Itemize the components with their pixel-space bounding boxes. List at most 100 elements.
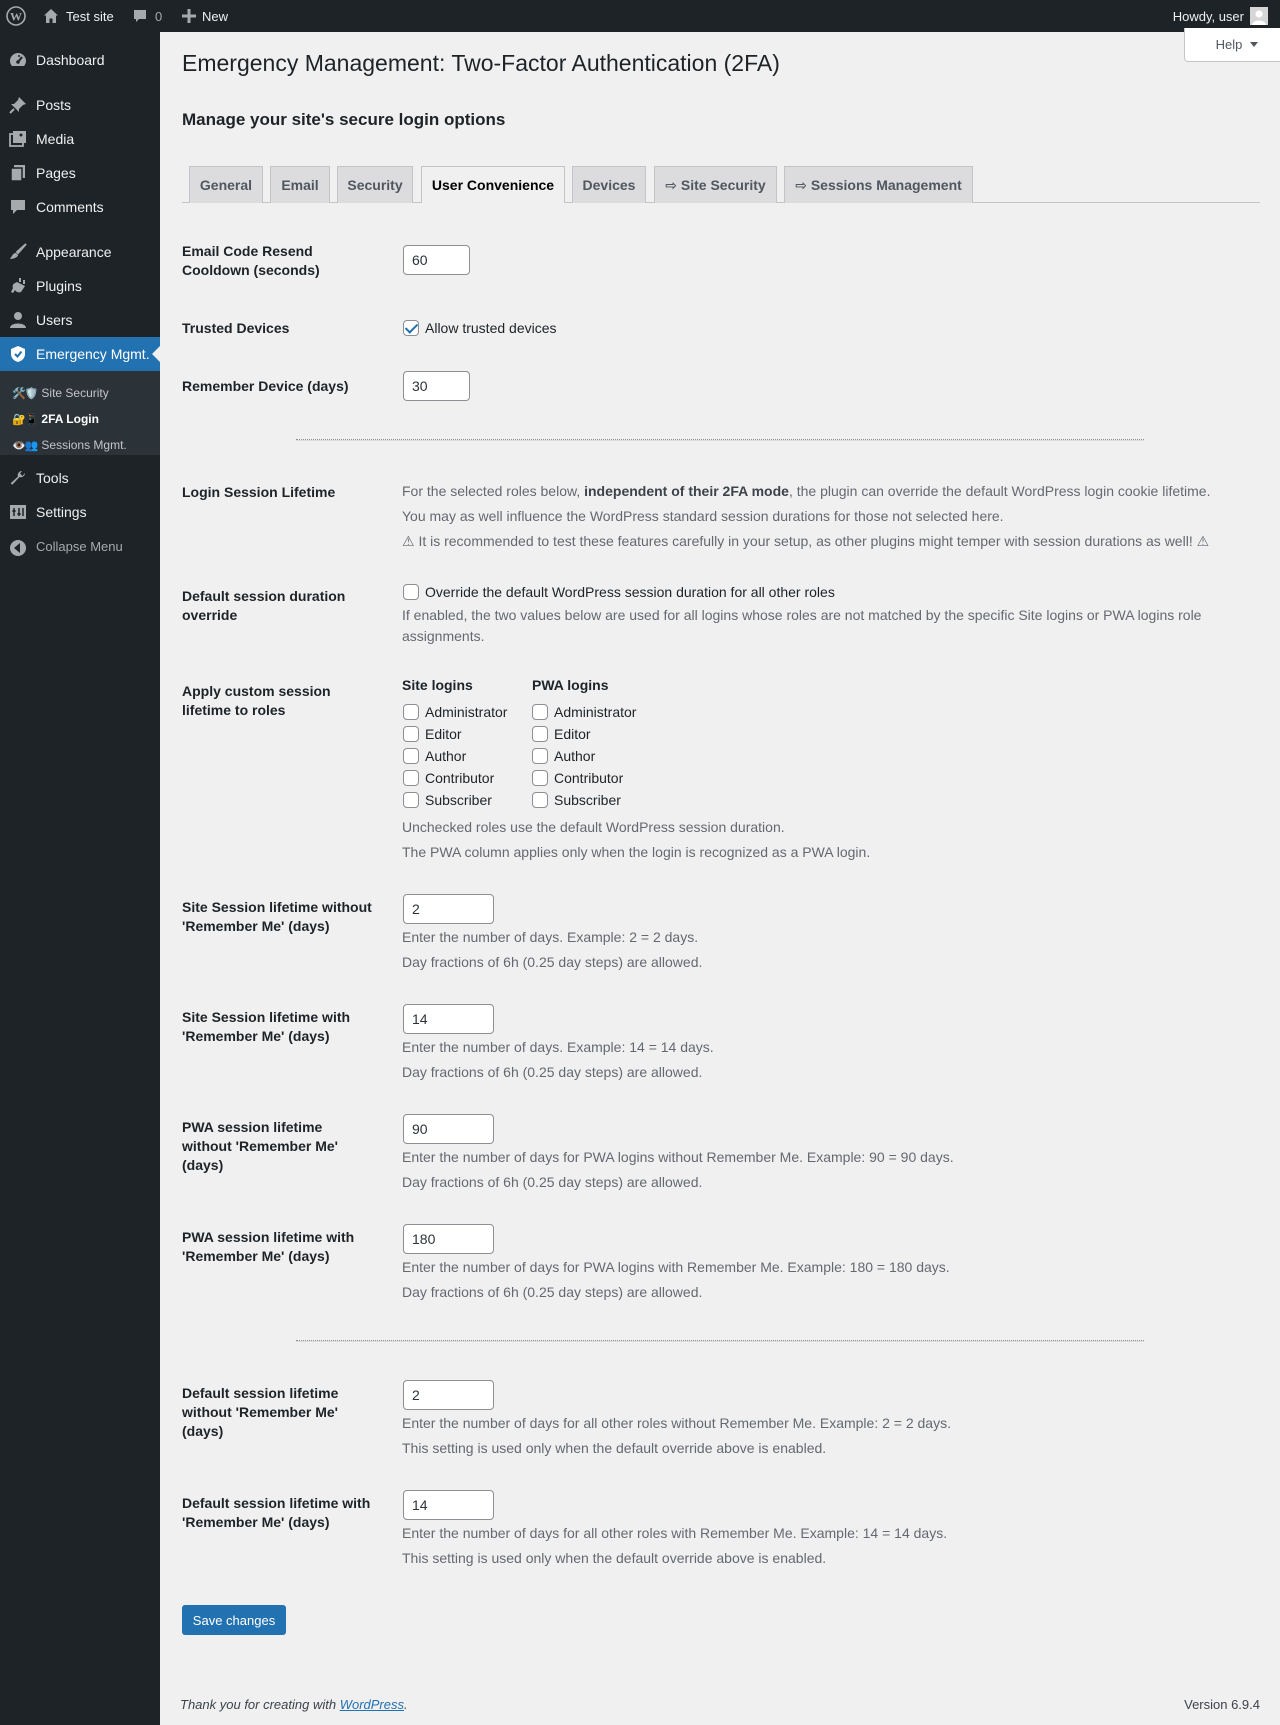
comment-bubble-icon: [132, 8, 148, 24]
settings-icon: [8, 502, 28, 522]
allow-trusted-devices-checkbox[interactable]: [403, 320, 419, 336]
sidebar-item-label: Tools: [36, 470, 69, 486]
collapse-menu-button[interactable]: Collapse Menu: [0, 531, 160, 561]
resend-cooldown-input[interactable]: 60: [403, 245, 470, 275]
site-no-remember-desc-1: Enter the number of days. Example: 2 = 2…: [402, 929, 699, 945]
pwa-role-author-checkbox[interactable]: [532, 748, 548, 764]
wordpress-link[interactable]: WordPress: [340, 1697, 404, 1712]
sidebar-item-label: Posts: [36, 97, 72, 113]
pwa-no-remember-input[interactable]: 90: [403, 1114, 494, 1144]
roles-label: Apply custom session lifetime to roles: [182, 683, 331, 718]
tab-general[interactable]: General: [189, 166, 263, 203]
site-remember-label: Site Session lifetime with 'Remember Me'…: [182, 1009, 351, 1044]
pwa-role-editor-checkbox[interactable]: [532, 726, 548, 742]
site-role-editor-checkbox[interactable]: [403, 726, 419, 742]
default-override-checkbox-label: Override the default WordPress session d…: [425, 584, 835, 600]
site-logins-heading: Site logins: [402, 677, 473, 693]
default-remember-input[interactable]: 14: [403, 1490, 494, 1520]
site-remember-desc-2: Day fractions of 6h (0.25 day steps) are…: [402, 1064, 703, 1080]
site-remember-input[interactable]: 14: [403, 1004, 494, 1034]
sidebar-item-posts[interactable]: Posts: [0, 88, 160, 122]
sidebar-item-label: Appearance: [36, 244, 112, 260]
trusted-devices-label: Trusted Devices: [182, 320, 290, 336]
new-content-link[interactable]: New: [182, 0, 228, 32]
site-role-label: Administrator: [425, 704, 508, 720]
submenu-item-sessions-mgmt[interactable]: 👁️👥 Sessions Mgmt.: [12, 435, 127, 455]
submenu-item-label: Site Security: [41, 386, 109, 400]
submenu-item-site-security[interactable]: 🛠️🛡️ Site Security: [12, 383, 109, 403]
default-no-remember-desc-1: Enter the number of days for all other r…: [402, 1415, 951, 1431]
default-remember-label: Default session lifetime with 'Remember …: [182, 1495, 371, 1530]
login-session-desc-2: You may as well influence the WordPress …: [402, 508, 1004, 524]
login-session-desc-1: For the selected roles below, independen…: [402, 483, 1211, 499]
site-role-label: Editor: [425, 726, 462, 742]
main-content: Help Emergency Management: Two-Factor Au…: [160, 28, 1280, 1725]
site-name-link[interactable]: Test site: [43, 0, 114, 32]
site-role-contributor-checkbox[interactable]: [403, 770, 419, 786]
comments-count: 0: [155, 8, 163, 24]
sidebar-item-users[interactable]: Users: [0, 303, 160, 337]
site-role-subscriber-checkbox[interactable]: [403, 792, 419, 808]
pwa-role-contributor-checkbox[interactable]: [532, 770, 548, 786]
submenu-item-label: 2FA Login: [41, 412, 99, 426]
tab-email[interactable]: Email: [270, 166, 330, 203]
page-title: Emergency Management: Two-Factor Authent…: [182, 50, 780, 76]
sidebar-item-comments[interactable]: Comments: [0, 190, 160, 224]
sidebar-item-emergency-mgmt[interactable]: Emergency Mgmt.: [0, 337, 160, 371]
login-session-warning: ⚠ It is recommended to test these featur…: [402, 533, 1210, 549]
site-role-label: Subscriber: [425, 792, 492, 808]
site-role-author-checkbox[interactable]: [403, 748, 419, 764]
default-override-checkbox[interactable]: [403, 584, 419, 600]
pwa-logins-heading: PWA logins: [532, 677, 609, 693]
new-label: New: [202, 8, 229, 24]
submenu-item-2fa-login[interactable]: 🔐📱 2FA Login: [12, 409, 99, 429]
sidebar-item-settings[interactable]: Settings: [0, 495, 160, 529]
roles-note-1: Unchecked roles use the default WordPres…: [402, 819, 785, 835]
sidebar-item-media[interactable]: Media: [0, 122, 160, 156]
svg-text:W: W: [10, 10, 22, 24]
tab-security[interactable]: Security: [337, 166, 413, 203]
site-no-remember-desc-2: Day fractions of 6h (0.25 day steps) are…: [402, 954, 703, 970]
default-override-label: Default session duration override: [182, 588, 346, 623]
default-no-remember-input[interactable]: 2: [403, 1380, 494, 1410]
shield-icon: [8, 344, 28, 364]
avatar: [1250, 7, 1268, 25]
pwa-role-label: Author: [554, 748, 596, 764]
sidebar-item-plugins[interactable]: Plugins: [0, 269, 160, 303]
save-changes-button[interactable]: Save changes: [182, 1605, 286, 1635]
sidebar-item-label: Emergency Mgmt.: [36, 346, 150, 362]
site-role-administrator-checkbox[interactable]: [403, 704, 419, 720]
help-label: Help: [1215, 37, 1243, 52]
login-session-lifetime-label: Login Session Lifetime: [182, 484, 336, 500]
site-no-remember-input[interactable]: 2: [403, 894, 494, 924]
help-button[interactable]: Help: [1184, 28, 1280, 62]
pwa-no-remember-desc-2: Day fractions of 6h (0.25 day steps) are…: [402, 1174, 703, 1190]
pwa-role-administrator-checkbox[interactable]: [532, 704, 548, 720]
admin-sidebar: Dashboard Posts Media Pages Comments App…: [0, 32, 160, 1725]
tab-sessions-management[interactable]: ⇨ Sessions Management: [784, 166, 973, 203]
wrench-icon: [8, 468, 28, 488]
sidebar-item-label: Media: [36, 131, 75, 147]
default-remember-desc-2: This setting is used only when the defau…: [402, 1550, 827, 1566]
default-no-remember-label: Default session lifetime without 'Rememb…: [182, 1385, 339, 1439]
tab-devices[interactable]: Devices: [572, 166, 646, 203]
tools-shield-icon: 🛠️🛡️: [12, 387, 38, 400]
footer-thanks: Thank you for creating with WordPress.: [180, 1697, 408, 1712]
home-icon: [43, 8, 59, 24]
wordpress-logo-icon[interactable]: W: [6, 0, 26, 32]
pwa-role-label: Subscriber: [554, 792, 621, 808]
sidebar-item-dashboard[interactable]: Dashboard: [0, 43, 160, 77]
tab-user-convenience[interactable]: User Convenience: [421, 166, 565, 203]
pwa-remember-input[interactable]: 180: [403, 1224, 494, 1254]
pwa-role-subscriber-checkbox[interactable]: [532, 792, 548, 808]
brush-icon: [8, 242, 28, 262]
sidebar-item-tools[interactable]: Tools: [0, 461, 160, 495]
remember-device-input[interactable]: 30: [403, 371, 470, 401]
comments-link[interactable]: 0: [132, 0, 162, 32]
dashboard-icon: [8, 50, 28, 70]
sidebar-item-appearance[interactable]: Appearance: [0, 235, 160, 269]
tab-site-security[interactable]: ⇨ Site Security: [654, 166, 777, 203]
site-role-label: Author: [425, 748, 467, 764]
sidebar-item-pages[interactable]: Pages: [0, 156, 160, 190]
roles-note-2: The PWA column applies only when the log…: [402, 844, 871, 860]
